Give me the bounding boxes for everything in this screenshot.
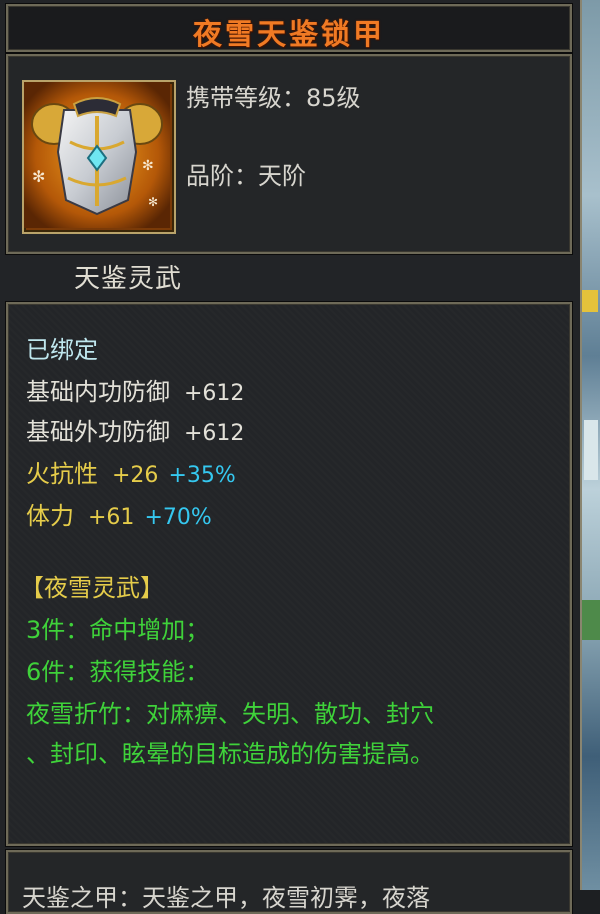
- stat-value: +612: [184, 381, 245, 406]
- bound-status: 已绑定: [26, 336, 98, 364]
- set-skill-desc-2: 、封印、眩晕的目标造成的伤害提高。: [26, 740, 434, 768]
- stat-line: 火抗性 +26 +35%: [26, 454, 236, 489]
- world-detail: [582, 290, 598, 312]
- description-box: 天鉴之甲：天鉴之甲，夜雪初霁，夜落: [6, 850, 572, 914]
- stat-label: 基础外功防御: [26, 418, 170, 446]
- title-bar: 夜雪天鉴锁甲: [6, 4, 572, 52]
- stat-bonus: +70%: [144, 505, 212, 530]
- stat-line: 基础外功防御 +612: [26, 412, 244, 447]
- stat-bonus: +35%: [168, 463, 236, 488]
- item-tooltip: 夜雪天鉴锁甲 ✻ ✻ ✻ 携带等级：85级 品阶：天阶 天鉴灵武 已绑定 基础内…: [0, 0, 582, 914]
- set-skill-desc-1: 夜雪折竹：对麻痹、失明、散功、封穴: [26, 700, 434, 728]
- stat-value: +612: [184, 421, 245, 446]
- stat-label: 体力: [26, 502, 74, 530]
- set-bonus-3: 3件：命中增加；: [26, 616, 210, 644]
- svg-text:✻: ✻: [142, 158, 154, 174]
- svg-text:✻: ✻: [148, 195, 158, 209]
- stat-line: 基础内功防御 +612: [26, 372, 244, 407]
- stat-line: 体力 +61 +70%: [26, 496, 212, 531]
- item-info-box: ✻ ✻ ✻ 携带等级：85级 品阶：天阶: [6, 54, 572, 254]
- series-row: 天鉴灵武: [6, 254, 568, 298]
- stat-label: 火抗性: [26, 460, 98, 488]
- item-name: 夜雪天鉴锁甲: [192, 17, 385, 51]
- item-grade: 品阶：天阶: [186, 162, 306, 190]
- carry-level: 携带等级：85级: [186, 84, 361, 112]
- stat-label: 基础内功防御: [26, 378, 170, 406]
- set-title: 【夜雪灵武】: [20, 574, 164, 602]
- set-bonus-6: 6件：获得技能：: [26, 658, 210, 686]
- stats-box: 已绑定 基础内功防御 +612 基础外功防御 +612 火抗性 +26 +35% 体力 +…: [6, 302, 572, 846]
- world-detail: [584, 420, 598, 480]
- item-description: 天鉴之甲：天鉴之甲，夜雪初霁，夜落: [22, 884, 430, 912]
- stat-value: +26: [112, 463, 159, 488]
- armor-chestplate-icon: ✻ ✻ ✻: [22, 80, 176, 234]
- item-series: 天鉴灵武: [74, 264, 183, 294]
- stat-value: +61: [88, 505, 135, 530]
- svg-text:✻: ✻: [32, 167, 45, 186]
